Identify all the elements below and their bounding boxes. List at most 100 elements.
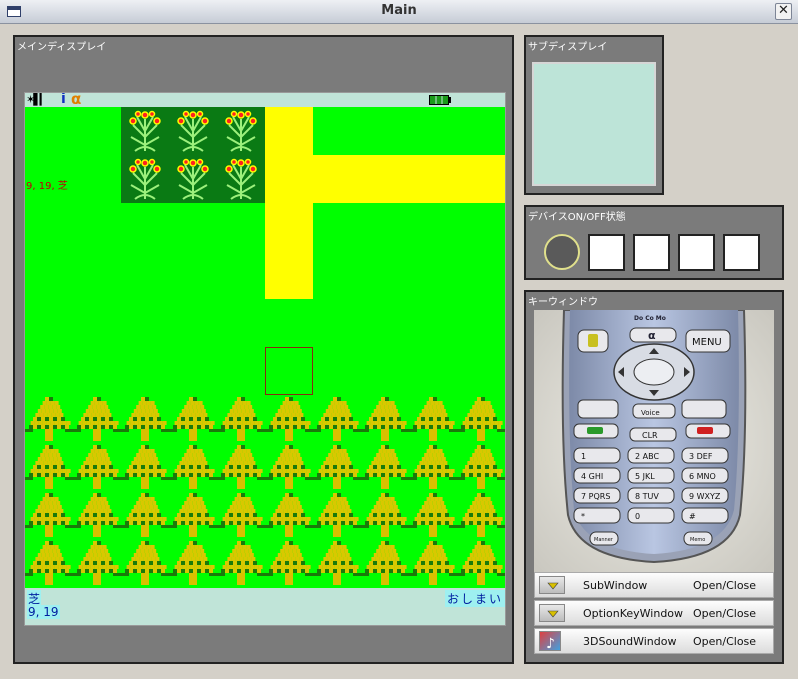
svg-text:MENU: MENU [692,337,722,348]
tree-tile [169,491,217,539]
tree-tile [217,491,265,539]
device-status-frame: デバイスON/OFF状態 [524,205,784,280]
window-title: Main [381,3,417,18]
tree-tile [361,395,409,443]
optionkeywindow-row[interactable]: OptionKeyWindow Open/Close [534,600,774,626]
tree-tile [73,395,121,443]
optionkeywindow-label: OptionKeyWindow [583,607,684,620]
tree-tile [169,539,217,587]
title-bar: Main ✕ [0,0,798,24]
tree-tile [457,491,505,539]
tree-tile [25,539,73,587]
tree-tile [457,539,505,587]
signal-strength-icon: ✶▌▎ [26,93,48,106]
3dsoundwindow-open-close[interactable]: Open/Close [693,635,756,648]
tree-tile [265,491,313,539]
number-key-label: 1 [581,452,586,461]
phone-screen: ✶▌▎ i α 9, 19, 芝 芝 9, 19 おしまい [24,92,506,626]
tree-tile [73,491,121,539]
tree-tile [313,443,361,491]
sub-display-label: サブディスプレイ [528,42,608,53]
game-map[interactable]: 9, 19, 芝 [25,107,505,588]
svg-text:CLR: CLR [642,431,658,440]
tree-tile [121,491,169,539]
book-key[interactable] [681,399,727,419]
main-display-frame: メインディスプレイ ✶▌▎ i α 9, 19, 芝 芝 9, 19 おしまい [13,35,514,664]
tree-tile [409,395,457,443]
screen-bottom-bar: 芝 9, 19 おしまい [25,588,505,625]
number-key-label: 4 GHI [581,472,603,481]
tree-tile [313,395,361,443]
battery-icon [429,95,449,105]
device-status-label: デバイスON/OFF状態 [528,212,626,223]
battery-tip [449,97,451,103]
status-indicator-3 [678,234,715,271]
tree-tile [169,395,217,443]
flower-tile [217,155,265,203]
status-bar: ✶▌▎ i α [25,92,505,108]
tree-tile [457,395,505,443]
dropdown-arrow-icon[interactable] [539,604,565,622]
tree-tile [409,539,457,587]
sub-display-screen [532,62,656,186]
number-key-label: 0 [635,512,640,521]
phone-keypad-image[interactable]: Do Co Mo α MENU Voice CLR 1 2 ABC 3 DEF 4 G… [534,309,774,572]
tree-tile [25,443,73,491]
coordinate-text: 9, 19 [27,605,60,619]
status-indicator-2 [633,234,670,271]
tree-tile [313,539,361,587]
subwindow-open-close[interactable]: Open/Close [693,579,756,592]
tree-tile [121,395,169,443]
tree-tile [121,539,169,587]
road-vertical [265,107,313,299]
imode-icon: i [61,92,66,107]
key-window-label: キーウィンドウ [528,297,598,308]
subwindow-row[interactable]: SubWindow Open/Close [534,572,774,598]
tree-tile [217,395,265,443]
map-coordinate-text: 9, 19, 芝 [26,181,68,192]
subwindow-label: SubWindow [583,579,648,592]
tree-tile [121,443,169,491]
select-key[interactable] [633,358,675,386]
tree-tile [169,443,217,491]
tree-tile [265,443,313,491]
quit-softkey[interactable]: おしまい [444,590,505,607]
svg-text:Memo: Memo [690,537,705,543]
dropdown-arrow-icon[interactable] [539,576,565,594]
tree-tile [217,539,265,587]
flower-tile [217,107,265,155]
close-button[interactable]: ✕ [775,3,792,20]
tree-tile [409,443,457,491]
main-display-label: メインディスプレイ [17,42,107,53]
phone-svg: Do Co Mo α MENU Voice CLR 1 2 ABC 3 DEF 4 G… [561,309,747,564]
key-window-frame: キーウィンドウ Do Co Mo α MENU Voice CLR 1 2 AB… [524,290,784,664]
map-cursor [265,347,313,395]
3dsoundwindow-row[interactable]: ♪ 3DSoundWindow Open/Close [534,628,774,654]
status-indicator-circle [544,234,580,270]
number-key-label: 3 DEF [689,452,713,461]
flower-tile [121,107,169,155]
number-key-label: 7 PQRS [581,492,610,501]
number-key-label: 5 JKL [635,472,655,481]
tree-tile [361,491,409,539]
flower-tile [169,155,217,203]
music-note-icon[interactable]: ♪ [539,631,561,652]
mail-key[interactable] [577,399,619,419]
number-key-label: 6 MNO [689,472,716,481]
tree-tile [73,443,121,491]
tree-tile [409,491,457,539]
status-indicator-4 [723,234,760,271]
tree-tile [313,491,361,539]
flower-bed [121,107,265,203]
tree-tile [25,491,73,539]
road-horizontal [313,155,505,203]
number-key-label: * [581,512,585,521]
number-key-label: 9 WXYZ [689,492,721,501]
sub-display-frame: サブディスプレイ [524,35,664,195]
tree-tile [73,539,121,587]
brand-text: Do Co Mo [634,315,666,322]
optionkeywindow-open-close[interactable]: Open/Close [693,607,756,620]
appli-icon: α [71,92,82,108]
tree-tile [265,539,313,587]
flower-tile [169,107,217,155]
